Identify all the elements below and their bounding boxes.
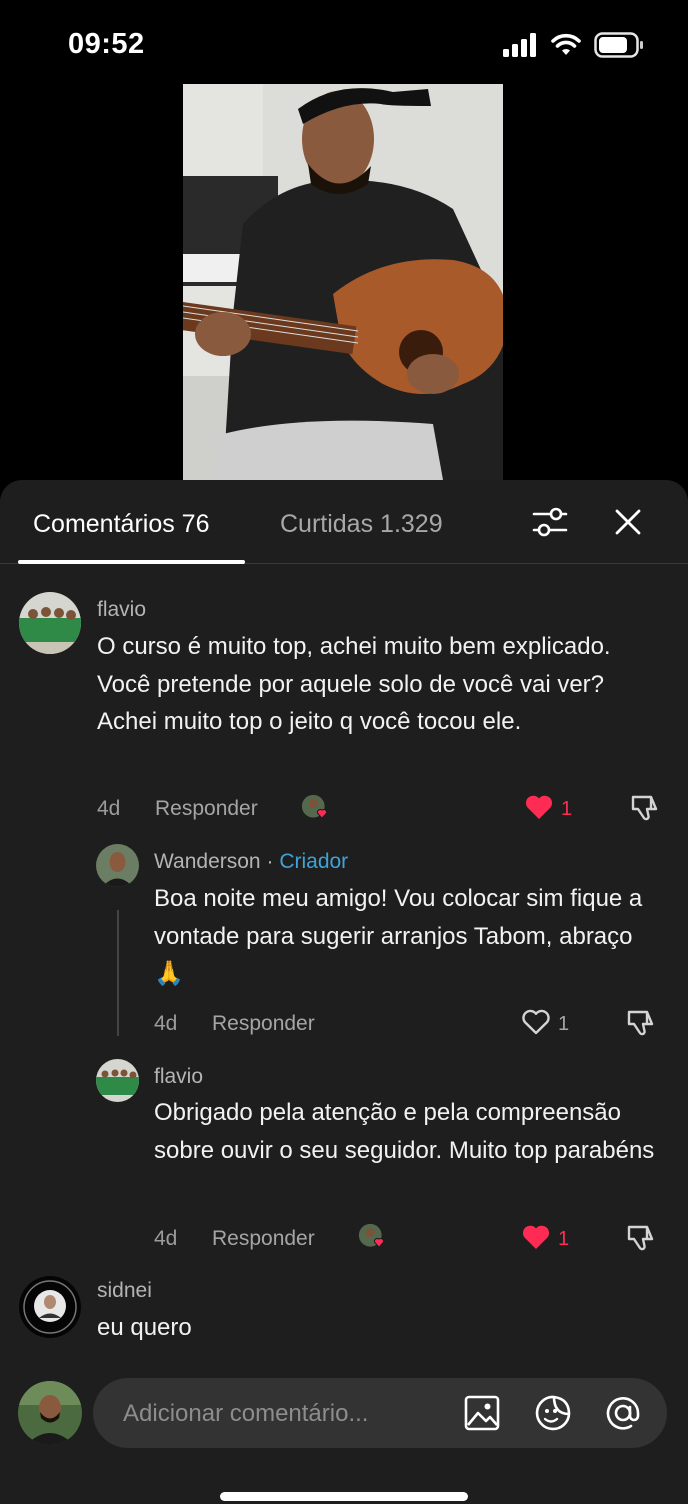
comment-username[interactable]: sidnei: [97, 1279, 152, 1303]
reply-button[interactable]: Responder: [212, 1227, 315, 1251]
comment-age: 4d: [97, 797, 121, 820]
creator-liked-icon: [358, 1223, 385, 1248]
video-frame-illustration: [183, 84, 503, 480]
avatar-flavio[interactable]: [19, 592, 81, 654]
heart-outline-icon[interactable]: [521, 1008, 551, 1036]
reply-thread-line: [117, 910, 119, 1036]
signal-icon: [503, 33, 536, 57]
like-count: 1: [561, 798, 573, 820]
avatar-wanderson[interactable]: [96, 844, 139, 887]
dislike-icon[interactable]: [630, 793, 662, 823]
comment-text: O curso é muito top, achei muito bem exp…: [97, 633, 611, 735]
creator-badge: Criador: [279, 850, 349, 873]
comment-text: eu quero: [97, 1314, 192, 1341]
video-preview[interactable]: [183, 84, 503, 480]
active-tab-indicator: [18, 560, 245, 564]
comment-input[interactable]: Adicionar comentário...: [93, 1378, 667, 1448]
comment-username[interactable]: flavio: [97, 598, 146, 622]
reply-age: 4d: [154, 1227, 178, 1250]
status-icons: [502, 32, 644, 58]
reply-username[interactable]: Wanderson: [154, 850, 261, 873]
avatar-image: [19, 1276, 81, 1338]
dislike-icon[interactable]: [626, 1223, 658, 1253]
avatar-image: [19, 592, 81, 654]
tiktok-comments-screen: 09:52 Comentários 76 Curtidas 1.329 flav…: [0, 0, 688, 1504]
reply-button[interactable]: Responder: [155, 797, 258, 821]
reply-age: 4d: [154, 1012, 178, 1035]
filter-icon[interactable]: [530, 504, 570, 540]
username-separator: ·: [266, 850, 274, 873]
sticker-icon[interactable]: [534, 1394, 572, 1432]
tab-likes[interactable]: Curtidas 1.329: [280, 510, 443, 539]
avatar-image: [18, 1381, 82, 1445]
creator-liked-icon: [301, 794, 328, 819]
reply-button[interactable]: Responder: [212, 1012, 315, 1036]
comments-tabs: Comentários 76 Curtidas 1.329: [0, 480, 688, 564]
mention-icon[interactable]: [604, 1394, 642, 1432]
tab-comments[interactable]: Comentários 76: [33, 510, 209, 539]
close-icon[interactable]: [610, 504, 646, 540]
avatar-image: [96, 844, 139, 887]
avatar-sidnei[interactable]: [19, 1276, 81, 1338]
heart-icon[interactable]: [524, 793, 554, 821]
battery-icon: [594, 32, 643, 58]
status-time: 09:52: [68, 28, 145, 60]
wifi-icon: [551, 33, 581, 55]
dislike-icon[interactable]: [626, 1008, 658, 1038]
home-indicator: [220, 1492, 468, 1501]
comment-input-placeholder: Adicionar comentário...: [123, 1400, 369, 1427]
like-count: 1: [558, 1013, 570, 1035]
reply-username-line: Wanderson · Criador: [154, 850, 348, 874]
like-count: 1: [558, 1228, 570, 1250]
avatar-flavio-reply[interactable]: [96, 1059, 139, 1102]
image-icon[interactable]: [463, 1394, 501, 1432]
avatar-image: [96, 1059, 139, 1102]
my-avatar[interactable]: [18, 1381, 82, 1445]
heart-icon[interactable]: [521, 1223, 551, 1251]
reply-text: Boa noite meu amigo! Vou colocar sim fiq…: [154, 885, 643, 987]
reply-username[interactable]: flavio: [154, 1065, 203, 1089]
reply-text: Obrigado pela atenção e pela compreensão…: [154, 1099, 655, 1164]
